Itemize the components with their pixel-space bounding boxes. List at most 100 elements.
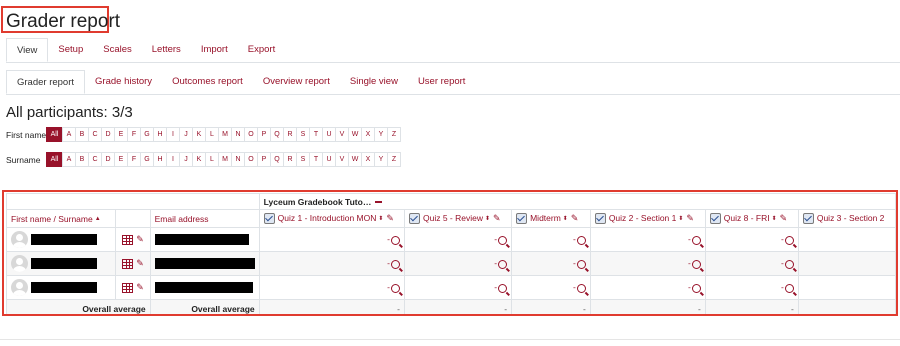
surname-filter-t[interactable]: T bbox=[309, 152, 323, 167]
first-name-filter-c[interactable]: C bbox=[88, 127, 102, 142]
edit-icon[interactable]: ✎ bbox=[136, 234, 144, 244]
avatar[interactable] bbox=[11, 231, 28, 248]
first-name-filter-i[interactable]: I bbox=[166, 127, 180, 142]
surname-filter-o[interactable]: O bbox=[244, 152, 258, 167]
quiz-header-label[interactable]: Quiz 8 - FRI bbox=[724, 213, 770, 223]
first-name-filter-a[interactable]: A bbox=[62, 127, 76, 142]
first-name-filter-g[interactable]: G bbox=[140, 127, 154, 142]
surname-filter-r[interactable]: R bbox=[283, 152, 297, 167]
zoom-icon[interactable] bbox=[390, 235, 400, 245]
first-name-filter-j[interactable]: J bbox=[179, 127, 193, 142]
quiz-header-label[interactable]: Quiz 5 - Review bbox=[423, 213, 483, 223]
surname-filter-y[interactable]: Y bbox=[374, 152, 388, 167]
email-column-header[interactable]: Email address bbox=[149, 209, 260, 228]
zoom-icon[interactable] bbox=[498, 235, 508, 245]
grade-cell[interactable]: - bbox=[589, 227, 706, 252]
edit-icon[interactable]: ✎ bbox=[136, 282, 144, 292]
surname-filter-b[interactable]: B bbox=[75, 152, 89, 167]
surname-filter-all[interactable]: All bbox=[46, 152, 63, 167]
first-name-filter-k[interactable]: K bbox=[192, 127, 206, 142]
surname-filter-x[interactable]: X bbox=[361, 152, 375, 167]
tab-letters[interactable]: Letters bbox=[142, 38, 191, 62]
surname-filter-s[interactable]: S bbox=[296, 152, 310, 167]
first-name-filter-s[interactable]: S bbox=[296, 127, 310, 142]
quiz-column-header[interactable]: Quiz 8 - FRI ⬍ ✎ bbox=[704, 209, 799, 228]
edit-icon[interactable]: ✎ bbox=[571, 213, 579, 223]
surname-filter-n[interactable]: N bbox=[231, 152, 245, 167]
first-name-filter-t[interactable]: T bbox=[309, 127, 323, 142]
surname-filter-v[interactable]: V bbox=[335, 152, 349, 167]
email-header-label[interactable]: Email address bbox=[155, 214, 209, 224]
surname-filter-c[interactable]: C bbox=[88, 152, 102, 167]
surname-filter-w[interactable]: W bbox=[348, 152, 362, 167]
grade-cell[interactable]: - bbox=[704, 251, 799, 276]
first-name-filter-l[interactable]: L bbox=[205, 127, 219, 142]
tab-setup[interactable]: Setup bbox=[48, 38, 93, 62]
student-name-cell[interactable] bbox=[5, 227, 117, 252]
tab-grade-history[interactable]: Grade history bbox=[85, 70, 162, 94]
edit-icon[interactable]: ✎ bbox=[386, 213, 394, 223]
grade-cell[interactable]: - bbox=[258, 227, 405, 252]
sort-icon[interactable]: ⬍ bbox=[772, 216, 777, 222]
grade-cell[interactable]: - bbox=[511, 275, 591, 300]
first-name-filter-d[interactable]: D bbox=[101, 127, 115, 142]
first-name-filter-f[interactable]: F bbox=[127, 127, 141, 142]
name-header-label[interactable]: First name / Surname bbox=[11, 214, 93, 224]
edit-icon[interactable]: ✎ bbox=[780, 213, 788, 223]
surname-filter-z[interactable]: Z bbox=[387, 152, 401, 167]
first-name-filter-b[interactable]: B bbox=[75, 127, 89, 142]
user-report-icon[interactable] bbox=[122, 258, 134, 269]
avatar[interactable] bbox=[11, 255, 28, 272]
zoom-icon[interactable] bbox=[576, 235, 586, 245]
edit-icon[interactable]: ✎ bbox=[686, 213, 694, 223]
surname-filter-f[interactable]: F bbox=[127, 152, 141, 167]
surname-filter-h[interactable]: H bbox=[153, 152, 167, 167]
grade-cell[interactable]: - bbox=[704, 275, 799, 300]
grade-cell[interactable]: - bbox=[511, 227, 591, 252]
zoom-icon[interactable] bbox=[576, 259, 586, 269]
surname-filter-m[interactable]: M bbox=[218, 152, 232, 167]
user-report-icon[interactable] bbox=[122, 234, 134, 245]
zoom-icon[interactable] bbox=[576, 283, 586, 293]
surname-filter-a[interactable]: A bbox=[62, 152, 76, 167]
grade-cell[interactable]: - bbox=[403, 251, 513, 276]
tab-user-report[interactable]: User report bbox=[408, 70, 476, 94]
tab-grader-report[interactable]: Grader report bbox=[6, 70, 86, 94]
grade-cell[interactable]: - bbox=[589, 275, 706, 300]
first-name-filter-r[interactable]: R bbox=[283, 127, 297, 142]
first-name-filter-w[interactable]: W bbox=[348, 127, 362, 142]
first-name-filter-h[interactable]: H bbox=[153, 127, 167, 142]
quiz-column-header[interactable]: Quiz 2 - Section 1 ⬍ ✎ bbox=[589, 209, 706, 228]
grade-cell[interactable]: - bbox=[403, 275, 513, 300]
grade-cell[interactable]: - bbox=[258, 275, 405, 300]
sort-ascending-icon[interactable]: ▲ bbox=[95, 216, 101, 222]
surname-filter-k[interactable]: K bbox=[192, 152, 206, 167]
tab-overview-report[interactable]: Overview report bbox=[253, 70, 340, 94]
surname-filter-g[interactable]: G bbox=[140, 152, 154, 167]
zoom-icon[interactable] bbox=[784, 235, 794, 245]
edit-icon[interactable]: ✎ bbox=[136, 258, 144, 268]
collapse-category-icon[interactable] bbox=[375, 201, 383, 204]
first-name-filter-o[interactable]: O bbox=[244, 127, 258, 142]
grade-cell[interactable]: - bbox=[403, 227, 513, 252]
first-name-filter-v[interactable]: V bbox=[335, 127, 349, 142]
first-name-filter-all[interactable]: All bbox=[46, 127, 63, 142]
quiz-header-label[interactable]: Midterm bbox=[530, 213, 561, 223]
zoom-icon[interactable] bbox=[691, 259, 701, 269]
grade-cell[interactable]: - bbox=[258, 251, 405, 276]
quiz-column-header[interactable]: Quiz 5 - Review ⬍ ✎ bbox=[403, 209, 513, 228]
tab-view[interactable]: View bbox=[6, 38, 49, 62]
first-name-filter-x[interactable]: X bbox=[361, 127, 375, 142]
sort-icon[interactable]: ⬍ bbox=[563, 216, 568, 222]
surname-filter-l[interactable]: L bbox=[205, 152, 219, 167]
first-name-filter-m[interactable]: M bbox=[218, 127, 232, 142]
sort-icon[interactable]: ⬍ bbox=[678, 216, 683, 222]
first-name-filter-z[interactable]: Z bbox=[387, 127, 401, 142]
grade-cell[interactable] bbox=[797, 275, 896, 300]
quiz-column-header[interactable]: Midterm ⬍ ✎ bbox=[511, 209, 591, 228]
sort-icon[interactable]: ⬍ bbox=[485, 216, 490, 222]
tab-scales[interactable]: Scales bbox=[93, 38, 142, 62]
first-name-filter-n[interactable]: N bbox=[231, 127, 245, 142]
zoom-icon[interactable] bbox=[498, 259, 508, 269]
student-name-cell[interactable] bbox=[5, 275, 117, 300]
